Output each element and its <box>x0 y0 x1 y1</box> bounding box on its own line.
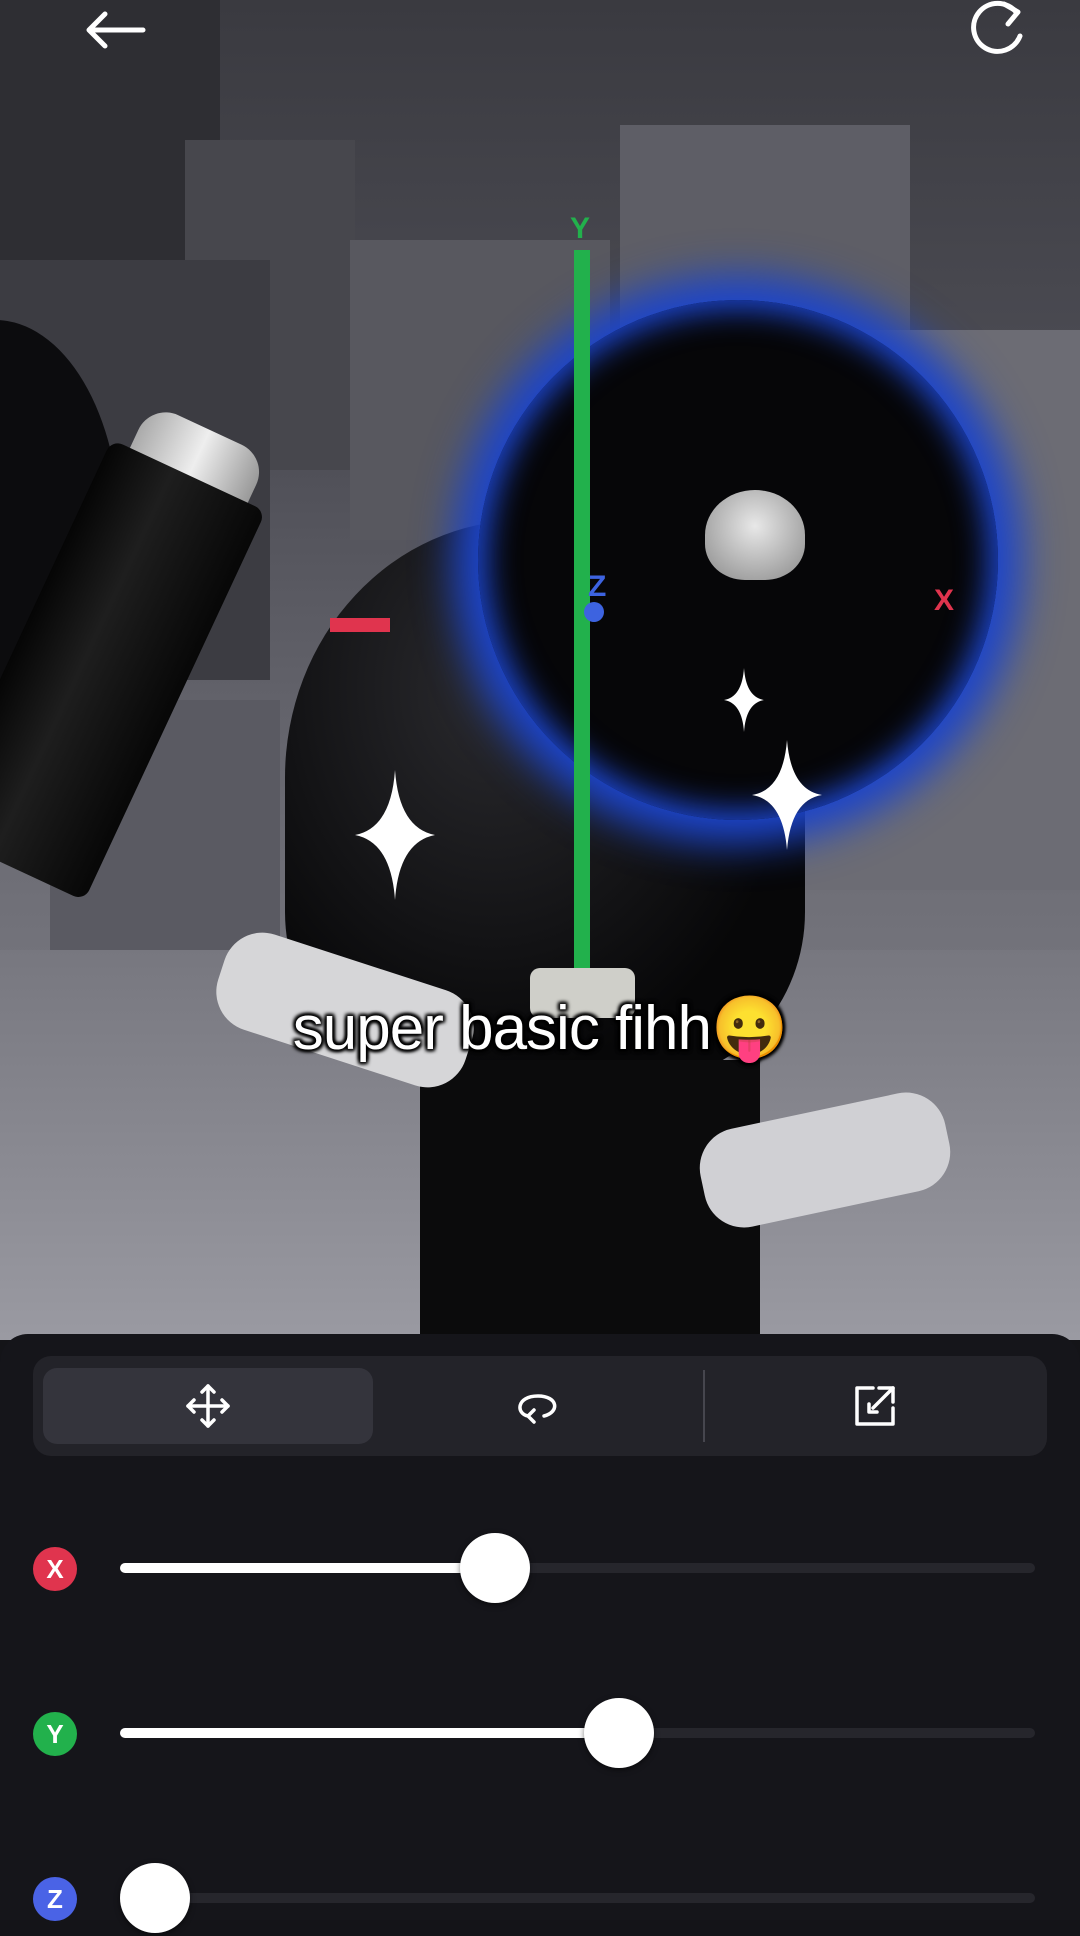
x-position-slider[interactable]: X <box>0 1526 1080 1606</box>
transform-panel: X Y Z <box>0 1334 1080 1933</box>
x-axis-badge: X <box>33 1547 77 1591</box>
z-axis-badge: Z <box>33 1877 77 1921</box>
skull-ornament <box>705 490 805 580</box>
refresh-icon <box>971 0 1023 54</box>
video-caption: super basic fihh😛 <box>292 994 788 1063</box>
reset-button[interactable] <box>948 0 1048 60</box>
slider-track[interactable] <box>120 1863 1035 1933</box>
gizmo-x-axis[interactable] <box>330 618 390 632</box>
sparkle-icon <box>752 740 822 850</box>
sparkle-icon <box>355 770 435 900</box>
arrow-left-icon <box>86 11 146 49</box>
back-button[interactable] <box>65 0 165 60</box>
slider-thumb[interactable] <box>120 1863 190 1933</box>
slider-thumb[interactable] <box>460 1533 531 1603</box>
gizmo-z-handle[interactable] <box>584 602 604 622</box>
slider-track[interactable] <box>120 1533 1035 1603</box>
rotate-mode-button[interactable] <box>373 1356 703 1456</box>
transform-mode-bar <box>33 1356 1047 1456</box>
z-position-slider[interactable]: Z <box>0 1856 1080 1936</box>
open-external-icon <box>855 1386 895 1426</box>
export-mode-button[interactable] <box>705 1356 1045 1456</box>
y-axis-badge: Y <box>33 1712 77 1756</box>
y-position-slider[interactable]: Y <box>0 1691 1080 1771</box>
gizmo-z-label: Z <box>588 570 607 603</box>
move-mode-button[interactable] <box>43 1368 373 1444</box>
avatar-editor-viewport[interactable]: Y Z X super basic fihh😛 <box>0 0 1080 1340</box>
slider-fill <box>120 1563 496 1573</box>
slider-thumb[interactable] <box>583 1698 654 1768</box>
sparkle-icon <box>724 668 764 732</box>
gizmo-y-label: Y <box>570 212 591 245</box>
slider-track[interactable] <box>120 1698 1035 1768</box>
gizmo-x-label: X <box>934 584 955 617</box>
slider-fill <box>120 1728 619 1738</box>
rotate-icon <box>518 1394 557 1424</box>
move-arrows-icon <box>186 1384 230 1428</box>
